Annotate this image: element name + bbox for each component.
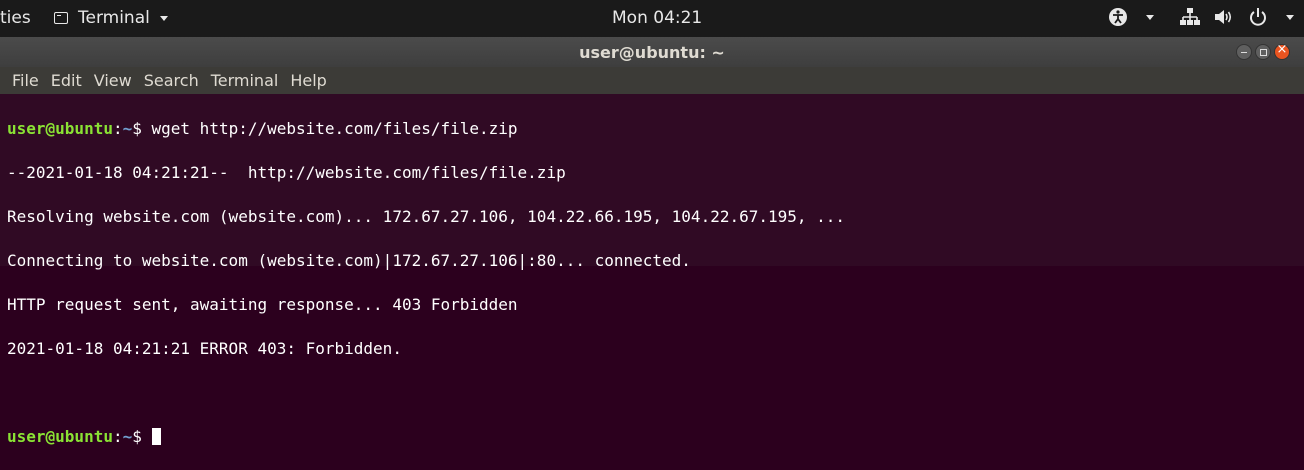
menu-bar: File Edit View Search Terminal Help: [0, 67, 1304, 94]
window-titlebar[interactable]: user@ubuntu: ~: [0, 37, 1304, 67]
active-prompt-line: user@ubuntu:~$: [7, 426, 1304, 448]
menu-edit[interactable]: Edit: [45, 71, 88, 90]
menu-search[interactable]: Search: [138, 71, 205, 90]
window-controls: [1236, 42, 1290, 60]
chevron-down-icon[interactable]: [1286, 14, 1294, 20]
power-icon[interactable]: [1248, 7, 1268, 27]
network-icon[interactable]: [1180, 8, 1200, 26]
accessibility-icon[interactable]: [1108, 7, 1128, 27]
command-text: wget http://website.com/files/file.zip: [151, 119, 518, 138]
prompt-separator: :: [112, 119, 123, 138]
app-menu[interactable]: Terminal: [54, 8, 168, 28]
menu-terminal[interactable]: Terminal: [205, 71, 285, 90]
prompt-path: ~: [122, 119, 133, 138]
output-line: HTTP request sent, awaiting response... …: [7, 295, 518, 314]
clock[interactable]: Mon 04:21: [612, 8, 702, 28]
minimize-button[interactable]: [1236, 44, 1252, 60]
command-line: user@ubuntu:~$ wget http://website.com/f…: [7, 118, 1304, 140]
chevron-down-icon: [159, 15, 168, 21]
prompt-user: user@ubuntu: [7, 427, 113, 446]
text-cursor: [151, 428, 161, 445]
prompt-symbol: $: [132, 427, 152, 446]
top-panel: ties Terminal Mon 04:21: [0, 0, 1304, 37]
prompt-user: user@ubuntu: [7, 119, 113, 138]
activities-button[interactable]: ties: [0, 8, 31, 28]
prompt-symbol: $: [132, 119, 152, 138]
close-button[interactable]: [1274, 42, 1290, 60]
app-menu-label: Terminal: [78, 8, 150, 28]
window-title: user@ubuntu: ~: [579, 43, 725, 62]
prompt-path: ~: [122, 427, 133, 446]
output-line: 2021-01-18 04:21:21 ERROR 403: Forbidden…: [7, 339, 402, 358]
menu-file[interactable]: File: [6, 71, 45, 90]
maximize-button[interactable]: [1255, 44, 1271, 60]
terminal-area[interactable]: user@ubuntu:~$ wget http://website.com/f…: [0, 94, 1304, 446]
output-line: Resolving website.com (website.com)... 1…: [7, 207, 846, 226]
system-tray[interactable]: [1108, 7, 1294, 27]
terminal-app-icon: [54, 12, 68, 24]
output-line: Connecting to website.com (website.com)|…: [7, 251, 691, 270]
prompt-separator: :: [112, 427, 123, 446]
output-line: --2021-01-18 04:21:21-- http://website.c…: [7, 163, 566, 182]
menu-help[interactable]: Help: [284, 71, 332, 90]
chevron-down-icon[interactable]: [1146, 14, 1154, 20]
menu-view[interactable]: View: [88, 71, 138, 90]
volume-icon[interactable]: [1214, 8, 1234, 26]
